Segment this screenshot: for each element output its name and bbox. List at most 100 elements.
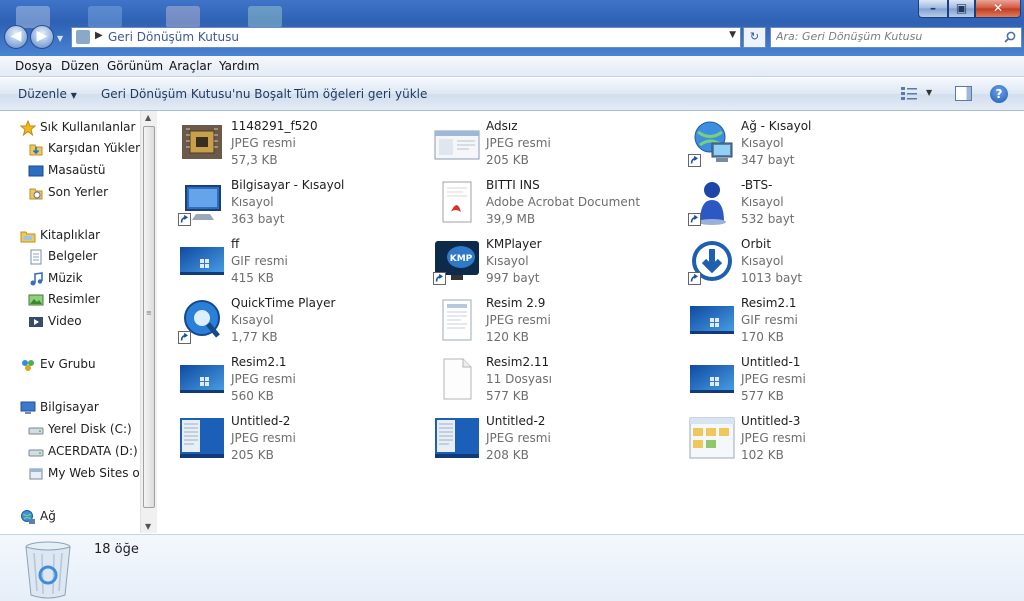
view-dropdown-icon[interactable]: ▼	[926, 88, 932, 97]
address-bar[interactable]: ▶ Geri Dönüşüm Kutusu ▼	[71, 27, 741, 48]
search-input[interactable]	[776, 30, 996, 43]
file-size: 1,77 KB	[231, 330, 278, 344]
file-size: 997 bayt	[486, 271, 540, 285]
restore-all-button[interactable]: Tüm öğeleri geri yükle	[294, 87, 427, 101]
details-pane: 18 öğe	[0, 534, 1024, 601]
file-type: Kısayol	[231, 195, 274, 209]
close-button[interactable]: ✕	[975, 0, 1021, 18]
nav-item-label: Ev Grubu	[40, 357, 96, 371]
file-item[interactable]: Adsız JPEG resmi 205 KB	[433, 119, 683, 175]
scroll-down-arrow-icon[interactable]: ▼	[145, 522, 151, 531]
start-menu-screenshot-icon	[433, 414, 481, 462]
computer-icon	[20, 400, 36, 416]
file-item[interactable]: Untitled-2 JPEG resmi 208 KB	[433, 414, 683, 470]
file-name: Resim 2.9	[486, 296, 546, 310]
file-item[interactable]: Resim2.1 GIF resmi 170 KB	[688, 296, 938, 352]
thumbnail-ghost	[248, 6, 282, 28]
thumbnail-ghost	[166, 6, 200, 28]
file-item[interactable]: QuickTime Player Kısayol 1,77 KB	[178, 296, 428, 352]
file-name: 1148291_f520	[231, 119, 318, 133]
libraries-icon	[20, 228, 36, 244]
file-name: Resim2.1	[231, 355, 287, 369]
scroll-up-arrow-icon[interactable]: ▲	[145, 113, 151, 122]
menu-tools[interactable]: Araçlar	[169, 59, 212, 73]
file-type: Adobe Acrobat Document	[486, 195, 641, 209]
nav-item-label: Video	[48, 314, 82, 328]
file-item[interactable]: Untitled-2 JPEG resmi 205 KB	[178, 414, 428, 470]
forward-button[interactable]: ▶	[30, 25, 54, 49]
menu-view[interactable]: Görünüm	[107, 59, 163, 73]
network-icon	[20, 509, 36, 525]
address-dropdown-icon[interactable]: ▼	[729, 30, 736, 40]
organize-label: Düzenle	[18, 87, 67, 101]
menu-help[interactable]: Yardım	[219, 59, 259, 73]
file-size: 577 KB	[741, 389, 784, 403]
history-dropdown-icon[interactable]: ▼	[57, 34, 63, 43]
file-item[interactable]: Bilgisayar - Kısayol Kısayol 363 bayt	[178, 178, 428, 234]
file-item[interactable]: BITTI INS Adobe Acrobat Document 39,9 MB	[433, 178, 683, 234]
file-size: 208 KB	[486, 448, 529, 462]
preview-pane-icon[interactable]	[955, 86, 972, 101]
nav-item-label: Ağ	[40, 509, 56, 523]
nav-item-label: Sık Kullanılanlar	[40, 120, 136, 134]
drive-icon	[28, 422, 44, 438]
file-size: 560 KB	[231, 389, 274, 403]
organize-button[interactable]: Düzenle ▼	[18, 87, 77, 101]
file-item[interactable]: Resim 2.9 JPEG resmi 120 KB	[433, 296, 683, 352]
file-name: BITTI INS	[486, 178, 540, 192]
file-size: 532 bayt	[741, 212, 795, 226]
scroll-thumb[interactable]: ≡	[143, 126, 155, 508]
file-list: 1148291_f520 JPEG resmi 57,3 KB Adsız JPEG r…	[158, 111, 1024, 533]
nav-item-label: Karşıdan Yükleme	[48, 141, 155, 155]
file-item[interactable]: Untitled-3 JPEG resmi 102 KB	[688, 414, 938, 470]
menu-edit[interactable]: Düzen	[61, 59, 99, 73]
file-size: 363 bayt	[231, 212, 285, 226]
change-view-icon[interactable]	[900, 86, 918, 101]
file-type: GIF resmi	[231, 254, 288, 268]
file-item[interactable]: KMP KMPlayer Kısayol 997 bayt	[433, 237, 683, 293]
file-item[interactable]: Untitled-1 JPEG resmi 577 KB	[688, 355, 938, 411]
nav-item-label: Müzik	[48, 271, 83, 285]
file-type: JPEG resmi	[231, 431, 296, 445]
file-type: Kısayol	[231, 313, 274, 327]
folder-screenshot-icon	[688, 414, 736, 462]
window-screenshot-icon	[433, 119, 481, 167]
documents-icon	[28, 249, 44, 265]
pictures-icon	[28, 292, 44, 308]
refresh-button[interactable]: ↻	[743, 27, 766, 48]
music-icon	[28, 271, 44, 287]
file-item[interactable]: Ağ - Kısayol Kısayol 347 bayt	[688, 119, 938, 175]
menu-bar: Dosya Düzen Görünüm Araçlar Yardım	[0, 56, 1024, 77]
file-size: 205 KB	[231, 448, 274, 462]
file-item[interactable]: Orbit Kısayol 1013 bayt	[688, 237, 938, 293]
file-size: 39,9 MB	[486, 212, 536, 226]
file-item[interactable]: 1148291_f520 JPEG resmi 57,3 KB	[178, 119, 428, 175]
search-box[interactable]	[770, 27, 1022, 48]
breadcrumb-current[interactable]: Geri Dönüşüm Kutusu	[108, 30, 239, 44]
menu-file[interactable]: Dosya	[15, 59, 52, 73]
homegroup-icon	[20, 357, 36, 373]
file-name: Ağ - Kısayol	[741, 119, 812, 133]
search-icon[interactable]	[1004, 31, 1016, 43]
file-type: Kısayol	[741, 254, 784, 268]
maximize-button[interactable]: ▣	[948, 0, 975, 18]
file-size: 347 bayt	[741, 153, 795, 167]
web-sites-icon	[28, 466, 44, 482]
drive-icon	[28, 444, 44, 460]
file-item[interactable]: -BTS- Kısayol 532 bayt	[688, 178, 938, 234]
file-type: Kısayol	[741, 195, 784, 209]
desktop-wallpaper-icon	[688, 355, 736, 403]
breadcrumb-separator-icon[interactable]: ▶	[95, 30, 103, 41]
file-size: 577 KB	[486, 389, 529, 403]
nav-item-label: Bilgisayar	[40, 400, 99, 414]
file-item[interactable]: Resim2.11 11 Dosyası 577 KB	[433, 355, 683, 411]
file-item[interactable]: Resim2.1 JPEG resmi 560 KB	[178, 355, 428, 411]
file-type: JPEG resmi	[231, 372, 296, 386]
help-icon[interactable]: ?	[990, 85, 1008, 103]
navigation-pane: Sık Kullanılanlar Karşıdan Yükleme Masaüst…	[0, 111, 156, 533]
nav-scrollbar[interactable]: ▲ ≡ ▼	[140, 111, 157, 533]
minimize-button[interactable]: –	[918, 0, 948, 18]
file-item[interactable]: ff GIF resmi 415 KB	[178, 237, 428, 293]
empty-recycle-bin-button[interactable]: Geri Dönüşüm Kutusu'nu Boşalt	[101, 87, 292, 101]
back-button[interactable]: ◀	[4, 25, 28, 49]
